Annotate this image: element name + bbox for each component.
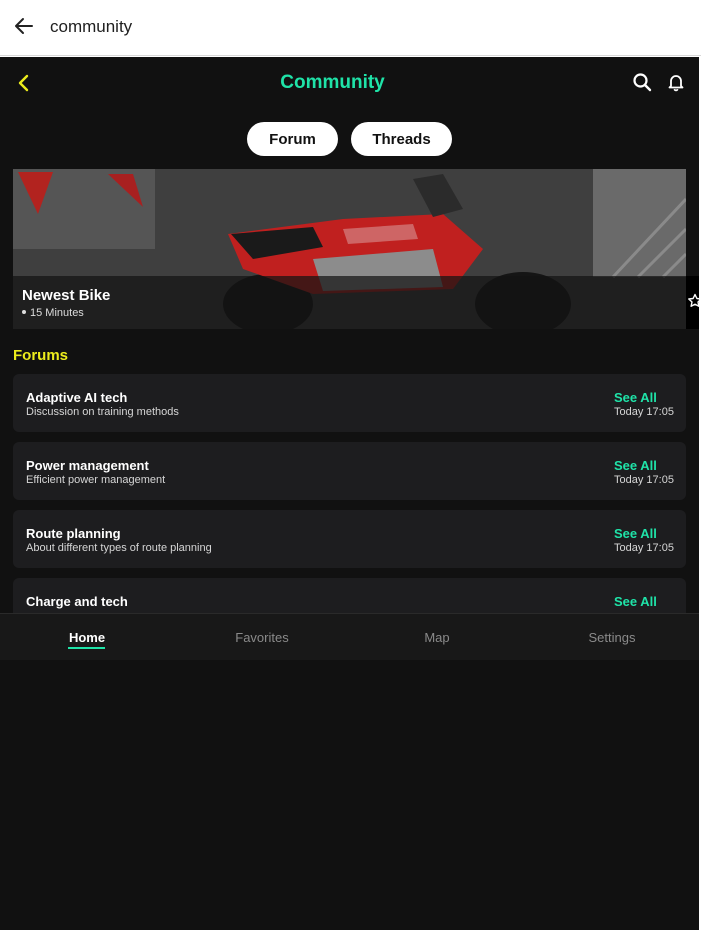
bottom-nav: Home Favorites Map Settings (0, 613, 699, 660)
active-tab-indicator (68, 647, 105, 649)
search-icon[interactable] (632, 72, 652, 92)
window-title: community (50, 17, 133, 36)
forum-time: Today 17:05 (614, 474, 674, 486)
dot-icon (22, 310, 26, 315)
see-all-link[interactable]: See All (614, 594, 657, 609)
forum-time: Today 17:05 (614, 542, 674, 554)
window-titlebar: community (0, 0, 701, 56)
featured-title: Newest Bike (22, 287, 111, 304)
featured-card[interactable]: Newest Bike 15 Minutes (13, 169, 686, 329)
see-all-link[interactable]: See All (614, 390, 657, 405)
tab-threads[interactable]: Threads (351, 122, 452, 156)
forum-subtitle: Efficient power management (26, 474, 166, 486)
back-arrow-icon[interactable] (12, 14, 36, 38)
app-screen: Community Forum Threads Newest Bike 15 M… (0, 57, 699, 930)
see-all-link[interactable]: See All (614, 526, 657, 541)
featured-meta: 15 Minutes (22, 307, 84, 319)
favorite-toggle[interactable] (686, 276, 699, 329)
nav-home[interactable]: Home (37, 614, 137, 660)
star-icon (688, 293, 699, 307)
see-all-link[interactable]: See All (614, 458, 657, 473)
forum-item[interactable]: Adaptive AI tech Discussion on training … (13, 374, 686, 432)
forums-heading: Forums (13, 347, 69, 364)
forum-subtitle: Discussion on training methods (26, 406, 179, 418)
nav-map[interactable]: Map (387, 614, 487, 660)
forum-title: Adaptive AI tech (26, 390, 128, 405)
forum-item[interactable]: Route planning About different types of … (13, 510, 686, 568)
forum-item[interactable]: Power management Efficient power managem… (13, 442, 686, 500)
nav-favorites[interactable]: Favorites (212, 614, 312, 660)
forum-time: Today 17:05 (614, 406, 674, 418)
forum-title: Power management (26, 458, 149, 473)
forum-subtitle: About different types of route planning (26, 542, 212, 554)
forum-title: Charge and tech (26, 594, 128, 609)
featured-meta-text: 15 Minutes (30, 307, 84, 319)
forum-title: Route planning (26, 526, 121, 541)
featured-caption: Newest Bike 15 Minutes (13, 276, 686, 329)
nav-settings[interactable]: Settings (562, 614, 662, 660)
tab-forum[interactable]: Forum (247, 122, 338, 156)
bell-icon[interactable] (666, 72, 686, 92)
page-title: Community (280, 72, 385, 93)
